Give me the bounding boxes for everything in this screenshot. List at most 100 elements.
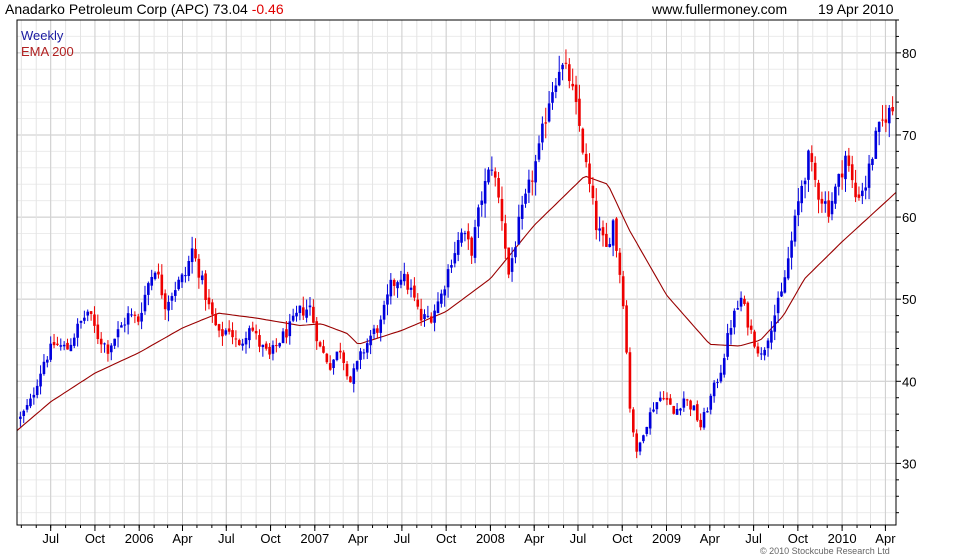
candle-body: [79, 320, 83, 323]
candle: [322, 339, 325, 354]
candle: [453, 241, 457, 268]
candle-body: [702, 412, 706, 428]
candle: [820, 191, 824, 213]
candle: [537, 135, 541, 163]
candle-body: [362, 352, 366, 354]
ema-line: [16, 175, 897, 432]
candle-body: [157, 271, 160, 275]
candle-body: [635, 433, 638, 452]
candle: [69, 338, 73, 352]
candle: [682, 391, 686, 412]
candle-body: [46, 359, 49, 363]
candle: [305, 299, 308, 323]
candle-body: [712, 382, 716, 397]
candle-body: [268, 346, 271, 355]
candle-body: [726, 333, 729, 357]
candle-body: [59, 345, 63, 347]
candle: [147, 281, 150, 306]
candle-body: [759, 353, 763, 355]
candle-body: [564, 62, 568, 64]
candle-body: [571, 83, 574, 87]
candle-body: [221, 329, 224, 337]
candle-body: [547, 103, 551, 122]
candle-body: [807, 150, 810, 180]
candle-body: [749, 325, 753, 330]
candle-body: [163, 293, 167, 310]
candle-body: [557, 71, 561, 86]
candle: [143, 285, 147, 315]
candle: [581, 127, 585, 155]
candle-body: [56, 343, 59, 345]
candle: [817, 179, 820, 214]
candle: [611, 218, 615, 257]
candle: [850, 155, 854, 188]
candle-body: [823, 201, 827, 204]
candle: [456, 232, 460, 262]
candle-body: [692, 405, 696, 411]
candle-body: [298, 305, 302, 313]
candle: [52, 333, 56, 349]
candle-body: [473, 227, 477, 258]
candle-body: [173, 290, 177, 296]
candle-body: [874, 130, 878, 159]
candle-body: [763, 349, 766, 356]
candle: [625, 300, 628, 355]
candle-body: [709, 395, 713, 410]
candle: [46, 356, 49, 368]
x-tick-label: Jul: [745, 531, 762, 546]
candle: [298, 305, 302, 321]
candle-body: [396, 282, 399, 289]
candle-body: [197, 258, 201, 278]
candle-body: [52, 342, 56, 346]
candle-body: [497, 178, 500, 198]
candle: [733, 308, 736, 335]
candle-body: [89, 311, 93, 315]
candle-body: [120, 325, 123, 328]
candle: [746, 301, 750, 336]
candle-body: [224, 330, 228, 335]
x-tick-label: Oct: [436, 531, 457, 546]
candle-body: [25, 405, 29, 410]
candle-body: [854, 182, 857, 198]
candle-body: [200, 275, 204, 281]
candle: [315, 317, 319, 350]
candle: [493, 167, 497, 187]
candle-body: [133, 314, 137, 316]
candle: [83, 310, 86, 324]
candle: [719, 364, 723, 384]
candle-body: [500, 198, 504, 222]
x-tick-label: 2010: [828, 531, 857, 546]
candle: [813, 156, 817, 188]
candle: [25, 399, 29, 413]
candle-body: [35, 385, 39, 396]
candle: [793, 209, 797, 247]
candle-body: [382, 304, 386, 320]
candle-body: [389, 279, 393, 297]
candle-body: [460, 232, 463, 243]
candle: [96, 314, 100, 345]
candle: [450, 259, 453, 273]
candle-body: [264, 343, 268, 349]
candle: [126, 306, 130, 335]
candle-body: [884, 119, 888, 123]
candle: [345, 361, 349, 380]
candle: [692, 404, 696, 411]
candle-body: [706, 411, 709, 413]
candle-body: [864, 187, 867, 191]
candle-body: [328, 363, 332, 370]
candle-body: [466, 231, 470, 240]
candle-body: [483, 181, 487, 204]
candle: [524, 188, 527, 208]
candle-body: [568, 64, 571, 82]
candle-body: [877, 121, 881, 132]
candle: [194, 238, 197, 262]
candle-body: [648, 412, 652, 429]
candle-body: [140, 312, 143, 322]
candle-body: [871, 158, 874, 165]
candle-body: [520, 204, 524, 220]
candle-body: [66, 342, 69, 350]
candle-body: [170, 296, 174, 301]
candle: [544, 107, 548, 139]
candle-body: [392, 279, 396, 286]
candle-body: [598, 228, 601, 231]
